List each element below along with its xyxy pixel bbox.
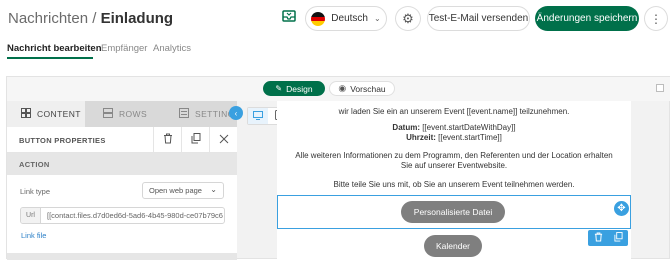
copy-icon: [613, 229, 623, 247]
settings-button[interactable]: ⚙: [395, 6, 421, 31]
close-panel-button[interactable]: [209, 127, 237, 153]
test-email-label: Test-E-Mail versenden: [428, 13, 529, 24]
header: Nachrichten / Einladung Deutsch ⌄ ⚙ Test…: [0, 0, 670, 38]
message-tabs: Nachricht bearbeiten Empfänger Analytics: [0, 40, 670, 60]
drag-block-handle[interactable]: ✥: [614, 201, 629, 216]
confirm-text[interactable]: Bitte teile Sie uns mit, ob Sie an unser…: [277, 180, 631, 190]
tab-edit-message[interactable]: Nachricht bearbeiten: [7, 43, 102, 54]
breadcrumb-separator: /: [88, 10, 101, 27]
tab-recipients[interactable]: Empfänger: [101, 43, 147, 54]
copy-icon: [191, 131, 201, 149]
more-options-button[interactable]: ⋮: [644, 6, 668, 31]
panel-tab-rows[interactable]: ROWS: [85, 101, 161, 127]
invite-text[interactable]: wir laden Sie ein an unserem Event [[eve…: [277, 107, 631, 117]
chevron-left-icon: ‹: [234, 108, 238, 118]
collapse-panel-button[interactable]: ‹: [229, 106, 243, 120]
tab-analytics[interactable]: Analytics: [153, 43, 191, 54]
url-prefix: Url: [21, 208, 41, 223]
time-value: [[event.startTime]]: [435, 133, 502, 142]
chevron-down-icon: ⌄: [210, 185, 217, 194]
editor-toolbar: ✎ Design ◉ Vorschau: [7, 77, 670, 101]
button-properties-title: BUTTON PROPERTIES: [19, 136, 106, 145]
info-text-line1[interactable]: Alle weiteren Informationen zu dem Progr…: [277, 151, 631, 161]
trash-icon: [163, 131, 173, 149]
block-actions-toolbar: [588, 230, 628, 246]
preview-label: Vorschau: [350, 83, 386, 94]
link-type-label: Link type: [20, 187, 51, 196]
test-email-button[interactable]: Test-E-Mail versenden: [427, 6, 530, 31]
preview-inbox-icon[interactable]: [280, 8, 298, 26]
action-section-header[interactable]: ACTION: [7, 153, 237, 175]
desktop-view-button[interactable]: [248, 108, 268, 124]
pencil-icon: ✎: [275, 84, 283, 93]
personalized-file-label: Personalisierte Datei: [413, 207, 493, 217]
action-form: Link type Open web page ⌄ Url [[contact.…: [7, 175, 237, 260]
fullscreen-toggle[interactable]: [656, 84, 664, 92]
link-type-select[interactable]: Open web page ⌄: [142, 182, 224, 199]
calendar-label: Kalender: [435, 241, 471, 251]
block-delete-button[interactable]: [588, 230, 608, 246]
close-icon: [219, 131, 229, 149]
link-file-link[interactable]: Link file: [21, 231, 46, 240]
germany-flag-icon: [311, 11, 326, 26]
language-label: Deutsch: [331, 13, 368, 24]
panel-tab-rows-label: ROWS: [119, 109, 148, 119]
delete-block-button[interactable]: [153, 127, 181, 153]
panel-tab-settings[interactable]: SETTINGS: [161, 101, 240, 127]
duplicate-block-button[interactable]: [181, 127, 209, 153]
more-vertical-icon: ⋮: [650, 11, 662, 26]
time-label: Uhrzeit:: [406, 133, 436, 142]
grid-icon: [21, 108, 31, 120]
email-editor: ✎ Design ◉ Vorschau CONTENT ROWS SETTING…: [6, 76, 670, 260]
desktop-icon: [253, 107, 263, 125]
action-title: ACTION: [19, 160, 50, 169]
breadcrumb-parent[interactable]: Nachrichten: [8, 10, 88, 27]
save-label: Änderungen speichern: [536, 13, 638, 24]
chevron-down-icon: ⌄: [373, 14, 381, 23]
date-value: [[event.startDateWithDay]]: [419, 123, 516, 132]
move-icon: ✥: [617, 203, 626, 214]
time-line[interactable]: Uhrzeit: [[event.startTime]]: [277, 133, 631, 143]
url-value: [[contact.files.d7d0ed6d-5ad6-4b45-980d-…: [47, 211, 223, 220]
info-text-line2[interactable]: Sie auf unserer Eventwebsite.: [277, 161, 631, 171]
link-type-value: Open web page: [149, 186, 202, 195]
design-label: Design: [286, 83, 313, 94]
panel-tabs: CONTENT ROWS SETTINGS: [7, 101, 240, 127]
date-line[interactable]: Datum: [[event.startDateWithDay]]: [277, 123, 631, 133]
active-tab-indicator: [7, 57, 93, 59]
language-select[interactable]: Deutsch ⌄: [305, 6, 387, 31]
breadcrumb-current: Einladung: [100, 10, 174, 27]
preview-mode-button[interactable]: ◉ Vorschau: [329, 81, 395, 96]
button-properties-header: BUTTON PROPERTIES: [7, 127, 237, 153]
settings-panel-icon: [179, 108, 189, 120]
calendar-button[interactable]: Kalender: [424, 235, 482, 257]
url-field[interactable]: Url [[contact.files.d7d0ed6d-5ad6-4b45-9…: [20, 207, 225, 224]
panel-tab-content-label: CONTENT: [37, 109, 81, 119]
email-canvas: wir laden Sie ein an unserem Event [[eve…: [277, 101, 631, 260]
block-duplicate-button[interactable]: [608, 230, 628, 246]
panel-tab-content[interactable]: CONTENT: [7, 101, 85, 127]
design-mode-button[interactable]: ✎ Design: [263, 81, 325, 96]
page-title: Nachrichten / Einladung: [8, 10, 173, 27]
date-label: Datum:: [392, 123, 420, 132]
rows-icon: [103, 108, 113, 120]
eye-icon: ◉: [338, 83, 347, 93]
gear-icon: ⚙: [402, 10, 414, 26]
trash-icon: [594, 229, 603, 247]
personalized-file-button[interactable]: Personalisierte Datei: [401, 201, 505, 223]
save-changes-button[interactable]: Änderungen speichern: [535, 6, 639, 31]
